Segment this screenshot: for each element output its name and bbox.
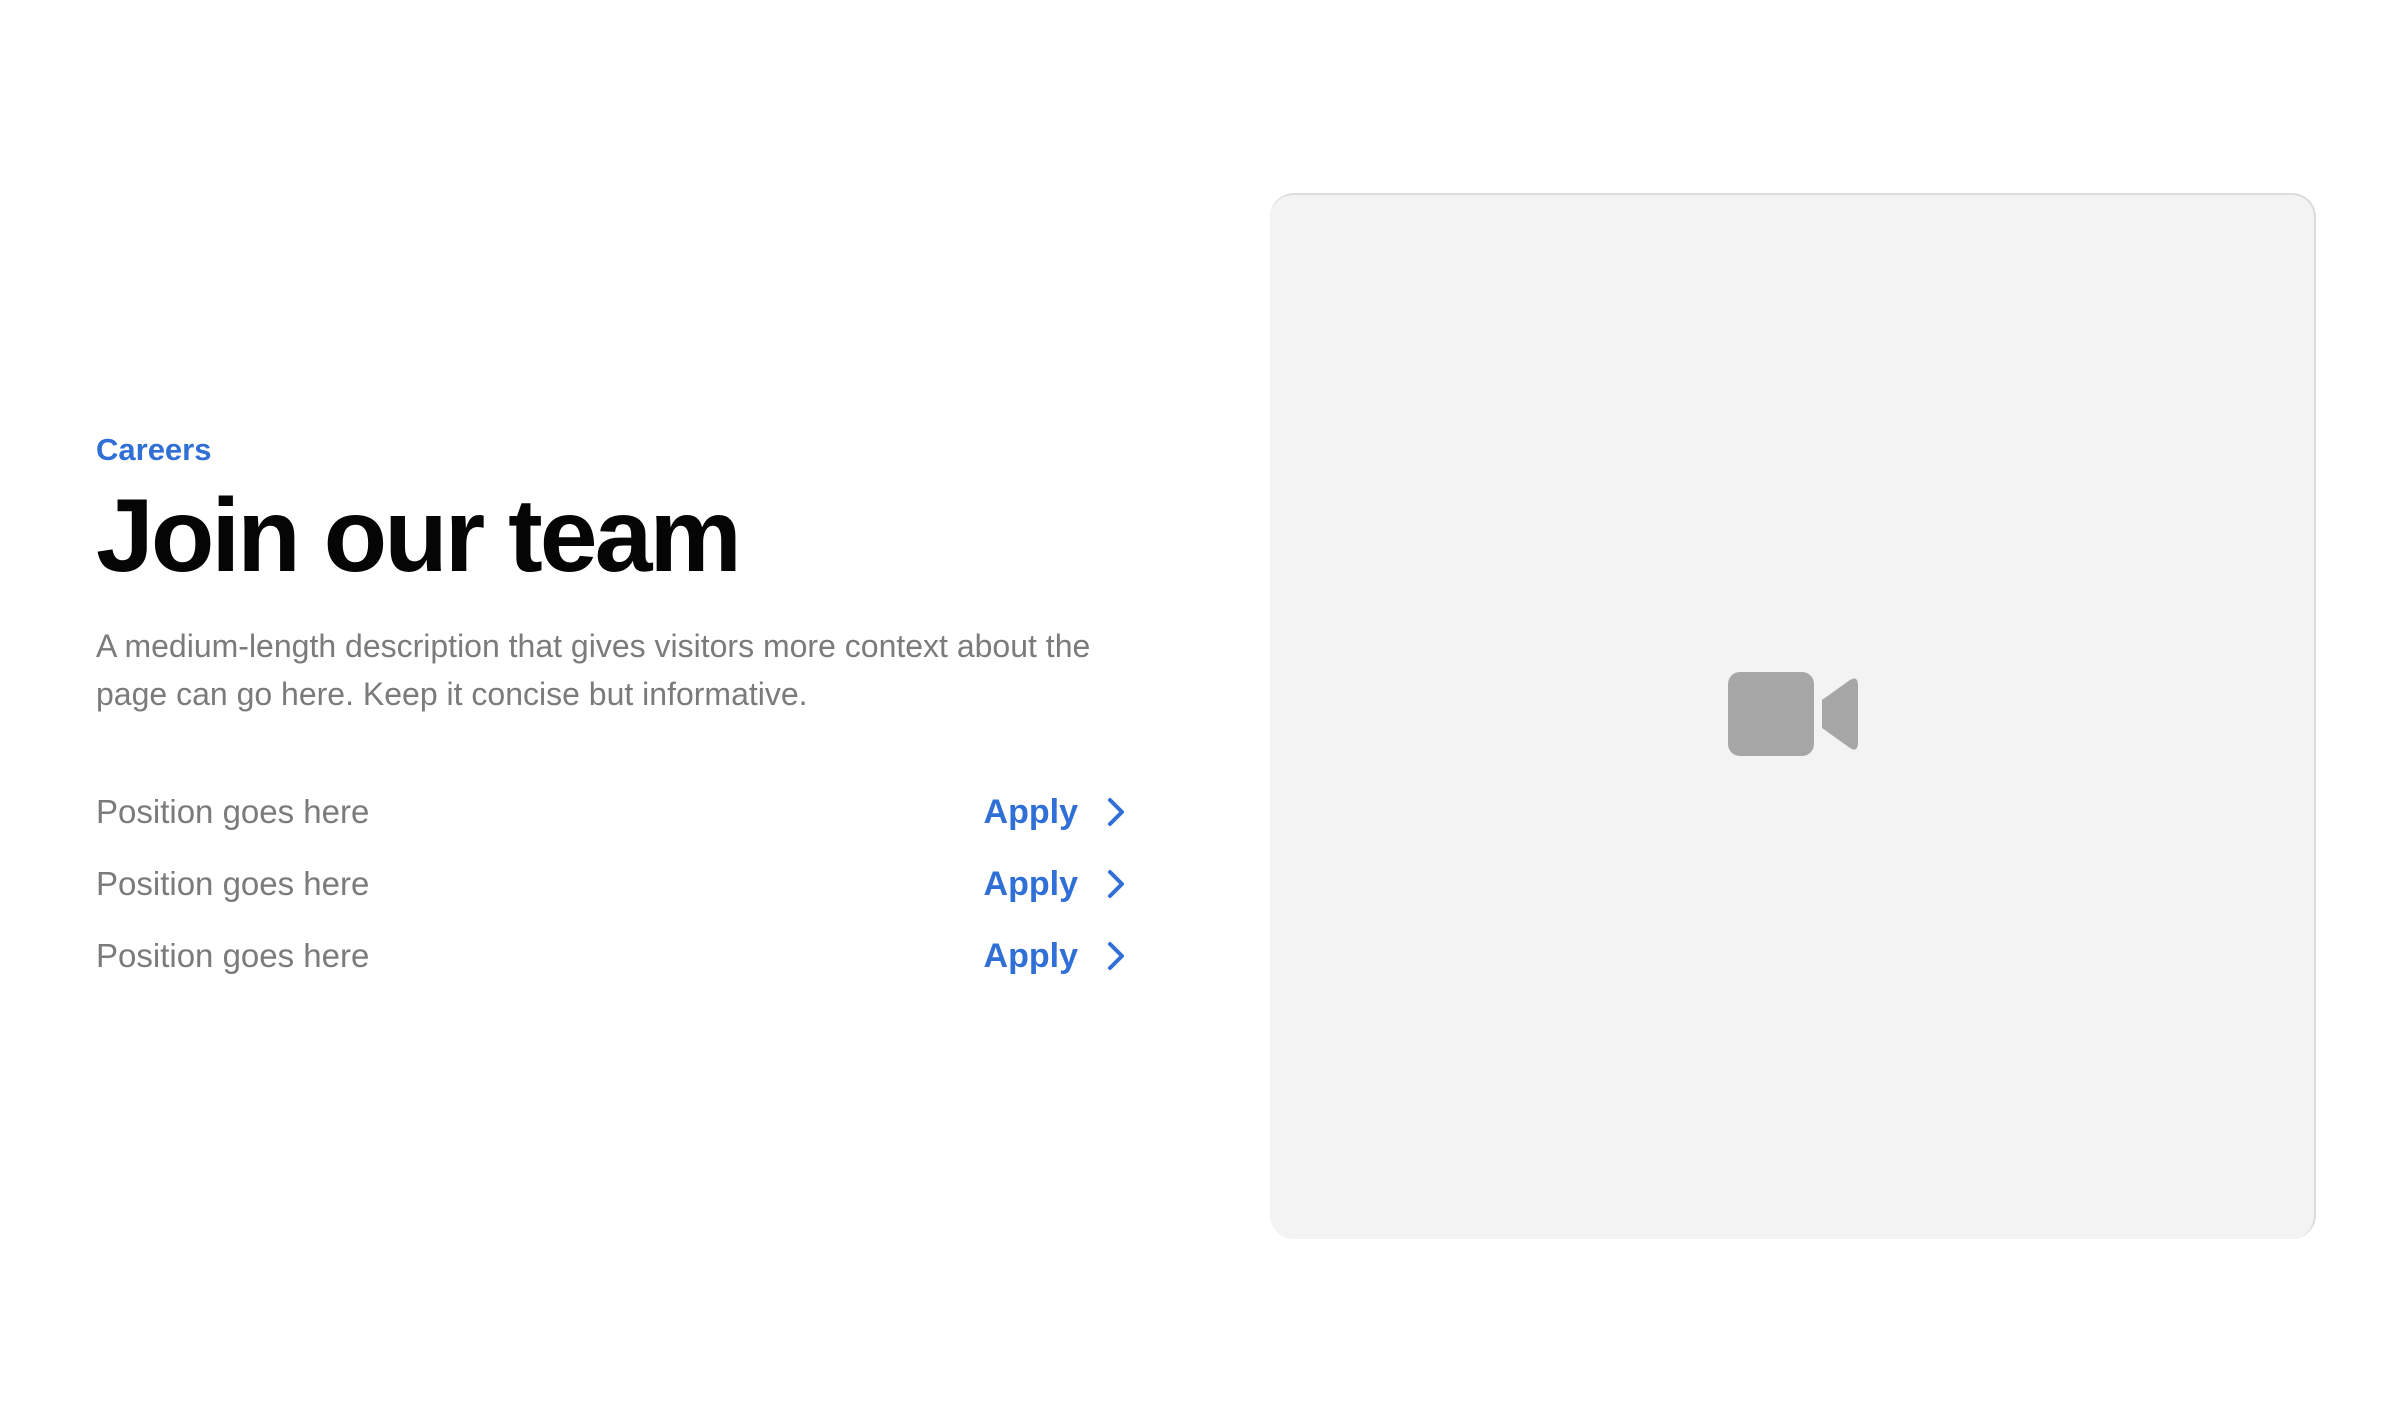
apply-link[interactable]: Apply — [984, 792, 1136, 832]
chevron-right-icon — [1108, 870, 1124, 898]
position-row: Position goes here Apply — [96, 848, 1136, 920]
position-label: Position goes here — [96, 865, 370, 902]
chevron-right-icon — [1108, 942, 1124, 970]
apply-label: Apply — [983, 937, 1078, 975]
apply-label: Apply — [983, 793, 1078, 831]
careers-content: Careers Join our team A medium-length de… — [96, 430, 1136, 992]
section-eyebrow: Careers — [96, 432, 212, 467]
apply-label: Apply — [983, 865, 1078, 903]
apply-link[interactable]: Apply — [984, 936, 1136, 976]
position-row: Position goes here Apply — [96, 776, 1136, 848]
video-camera-icon — [1728, 672, 1858, 756]
position-label: Position goes here — [96, 937, 370, 974]
page-title: Join our team — [96, 478, 742, 594]
apply-link[interactable]: Apply — [984, 864, 1136, 904]
video-placeholder[interactable] — [1270, 193, 2316, 1239]
positions-list: Position goes here Apply Position goes h… — [96, 776, 1136, 992]
position-label: Position goes here — [96, 793, 370, 830]
chevron-right-icon — [1108, 798, 1124, 826]
position-row: Position goes here Apply — [96, 920, 1136, 992]
section-description: A medium-length description that gives v… — [96, 628, 1091, 712]
